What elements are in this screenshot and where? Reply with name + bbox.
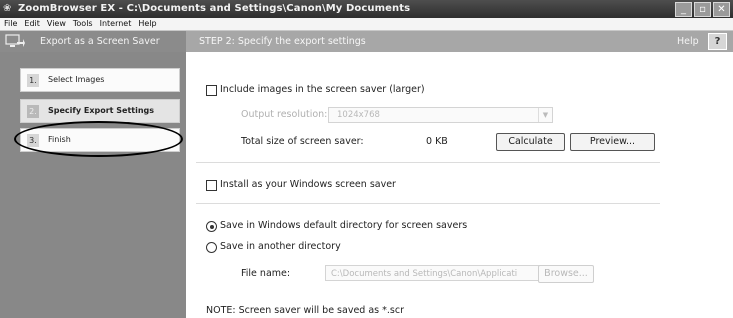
save-other-radio[interactable] bbox=[206, 242, 217, 253]
include-images-checkbox[interactable] bbox=[206, 85, 217, 96]
window-title: ZoomBrowser EX - C:\Documents and Settin… bbox=[18, 3, 411, 14]
install-screensaver-label: Install as your Windows screen saver bbox=[220, 179, 396, 190]
title-bar: ❀ ZoomBrowser EX - C:\Documents and Sett… bbox=[0, 0, 733, 18]
menu-file[interactable]: File bbox=[0, 18, 20, 30]
header-bar: Export as a Screen Saver STEP 2: Specify… bbox=[0, 31, 733, 52]
menu-tools[interactable]: Tools bbox=[69, 18, 96, 30]
export-screensaver-icon bbox=[5, 34, 25, 47]
close-button[interactable]: ✕ bbox=[713, 2, 730, 17]
menu-view[interactable]: View bbox=[43, 18, 69, 30]
header-left: Export as a Screen Saver bbox=[0, 31, 186, 52]
menu-edit[interactable]: Edit bbox=[20, 18, 43, 30]
screensaver-note: NOTE: Screen saver will be saved as *.sc… bbox=[206, 305, 404, 316]
include-images-label: Include images in the screen saver (larg… bbox=[220, 84, 425, 95]
save-default-label: Save in Windows default directory for sc… bbox=[220, 220, 468, 231]
save-default-radio[interactable] bbox=[206, 221, 217, 232]
step-select-images[interactable]: 1. Select Images bbox=[20, 68, 180, 92]
window-controls: _ ▫ ✕ bbox=[675, 2, 730, 17]
step-number: 2. bbox=[27, 105, 39, 118]
menu-bar: File Edit View Tools Internet Help bbox=[0, 18, 733, 31]
calculate-button[interactable]: Calculate bbox=[496, 133, 565, 151]
total-size-value: 0 KB bbox=[426, 136, 448, 147]
help-button[interactable]: ? bbox=[708, 33, 727, 50]
preview-button[interactable]: Preview... bbox=[570, 133, 655, 151]
app-icon: ❀ bbox=[3, 3, 12, 14]
browse-button[interactable]: Browse... bbox=[538, 265, 594, 283]
step-title: STEP 2: Specify the export settings bbox=[199, 36, 366, 47]
file-name-field[interactable]: C:\Documents and Settings\Canon\Applicat… bbox=[325, 265, 548, 281]
menu-internet[interactable]: Internet bbox=[96, 18, 135, 30]
output-resolution-value: 1024x768 bbox=[337, 110, 380, 120]
steps-sidebar: 1. Select Images 2. Specify Export Setti… bbox=[0, 52, 186, 318]
separator bbox=[196, 162, 660, 163]
output-resolution-label: Output resolution: bbox=[241, 109, 328, 120]
output-resolution-select[interactable]: 1024x768 ▼ bbox=[328, 107, 553, 123]
install-screensaver-checkbox[interactable] bbox=[206, 180, 217, 191]
chevron-down-icon: ▼ bbox=[538, 108, 552, 122]
restore-button[interactable]: ▫ bbox=[694, 2, 711, 17]
highlight-oval bbox=[14, 121, 183, 157]
total-size-label: Total size of screen saver: bbox=[241, 136, 364, 147]
help-label: Help bbox=[677, 36, 699, 47]
file-name-label: File name: bbox=[241, 268, 291, 279]
step-label: Select Images bbox=[48, 75, 105, 84]
save-other-label: Save in another directory bbox=[220, 241, 341, 252]
separator bbox=[196, 203, 660, 204]
menu-help[interactable]: Help bbox=[134, 18, 159, 30]
export-settings-panel: Include images in the screen saver (larg… bbox=[186, 52, 733, 318]
step-number: 1. bbox=[27, 74, 39, 87]
export-title: Export as a Screen Saver bbox=[40, 36, 160, 47]
step-specify-export-settings[interactable]: 2. Specify Export Settings bbox=[20, 99, 180, 123]
step-label: Specify Export Settings bbox=[48, 106, 155, 115]
minimize-button[interactable]: _ bbox=[675, 2, 692, 17]
